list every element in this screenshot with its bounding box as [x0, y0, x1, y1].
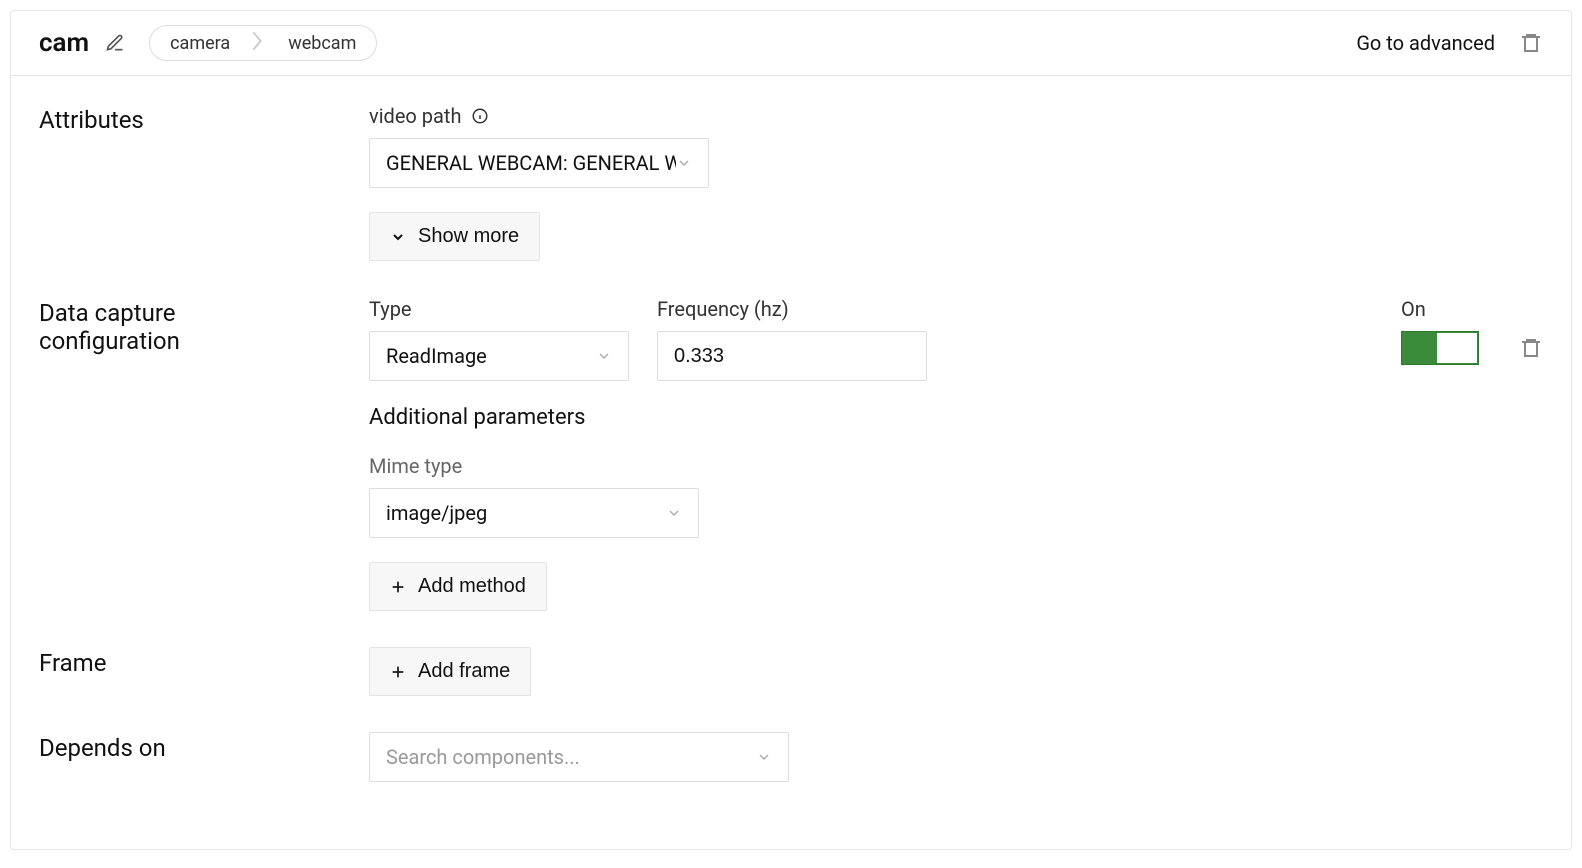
search-placeholder: Search components...	[386, 745, 580, 769]
chevron-down-icon	[676, 155, 692, 171]
frequency-label: Frequency (hz)	[657, 297, 927, 321]
section-label-attributes: Attributes	[39, 104, 369, 261]
component-title: cam	[39, 28, 89, 58]
type-label: Type	[369, 297, 629, 321]
component-header: cam camera webcam Go to advanced	[11, 11, 1571, 76]
capture-toggle[interactable]	[1401, 331, 1479, 365]
additional-params-heading: Additional parameters	[369, 405, 585, 430]
plus-icon	[390, 664, 406, 680]
breadcrumb-separator-icon	[252, 31, 262, 56]
show-more-button[interactable]: Show more	[369, 212, 540, 261]
chevron-down-icon	[756, 749, 772, 765]
component-body: Attributes video path GENERAL WEBCAM: GE…	[11, 76, 1571, 802]
component-card: cam camera webcam Go to advanced Attribu…	[10, 10, 1572, 850]
mime-type-select[interactable]: image/jpeg	[369, 488, 699, 538]
depends-on-search[interactable]: Search components...	[369, 732, 789, 782]
delete-component-button[interactable]	[1519, 31, 1543, 55]
mime-type-label: Mime type	[369, 454, 699, 478]
edit-name-icon[interactable]	[105, 33, 125, 53]
chevron-down-icon	[666, 505, 682, 521]
delete-method-button[interactable]	[1519, 336, 1543, 360]
plus-icon	[390, 579, 406, 595]
section-label-data-capture: Data capture configuration	[39, 297, 279, 611]
section-label-frame: Frame	[39, 647, 369, 696]
section-data-capture: Type ReadImage Frequency (hz) On	[369, 297, 1543, 611]
go-to-advanced-link[interactable]: Go to advanced	[1356, 31, 1495, 55]
type-select[interactable]: ReadImage	[369, 331, 629, 381]
section-depends-on: Search components...	[369, 732, 1543, 782]
breadcrumb-item-webcam[interactable]: webcam	[264, 27, 376, 60]
info-icon[interactable]	[471, 107, 489, 125]
video-path-select[interactable]: GENERAL WEBCAM: GENERAL W	[369, 138, 709, 188]
add-frame-button[interactable]: Add frame	[369, 647, 531, 696]
add-method-button[interactable]: Add method	[369, 562, 547, 611]
breadcrumb-item-camera[interactable]: camera	[150, 27, 250, 60]
chevron-down-icon	[596, 348, 612, 364]
frequency-input[interactable]	[657, 331, 927, 381]
video-path-label: video path	[369, 104, 709, 128]
section-attributes: video path GENERAL WEBCAM: GENERAL W	[369, 104, 1543, 261]
breadcrumb: camera webcam	[149, 25, 377, 61]
chevron-down-icon	[390, 229, 406, 245]
section-frame: Add frame	[369, 647, 1543, 696]
toggle-label: On	[1401, 297, 1543, 321]
section-label-depends-on: Depends on	[39, 732, 369, 782]
